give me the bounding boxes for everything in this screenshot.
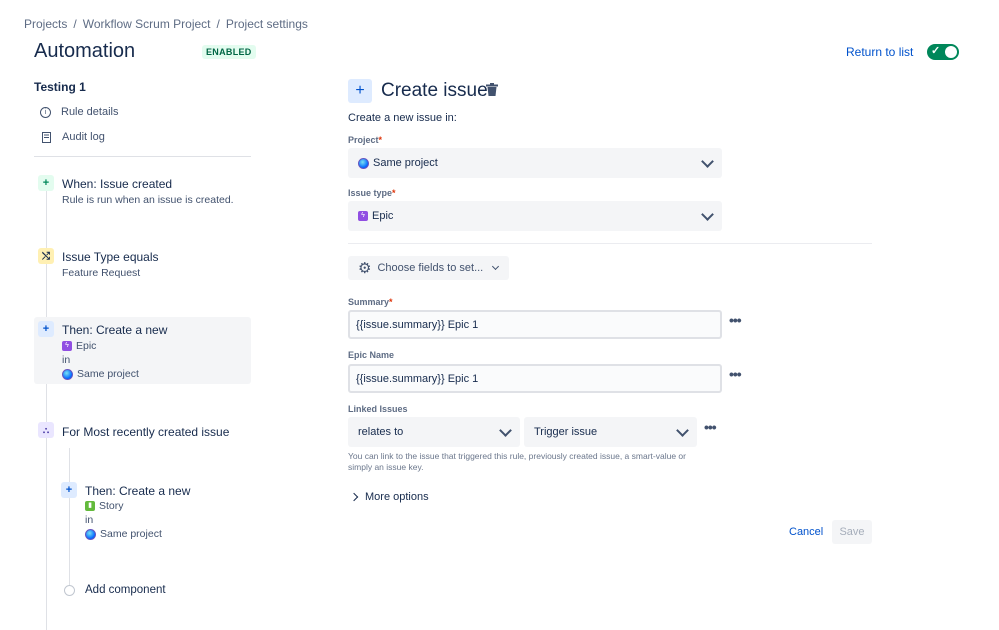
breadcrumb-project[interactable]: Workflow Scrum Project xyxy=(83,17,211,31)
shuffle-icon: ⤭ xyxy=(38,248,54,264)
condition-step-value: Feature Request xyxy=(62,267,141,279)
linked-issues-label: Linked Issues xyxy=(348,404,408,414)
issue-type-value: Epic xyxy=(372,210,394,222)
link-type-select[interactable]: relates to xyxy=(348,417,520,447)
rule-details-link[interactable]: i Rule details xyxy=(40,106,118,118)
rule-details-label: Rule details xyxy=(61,106,119,118)
issue-type-select[interactable]: ϟ Epic xyxy=(348,201,722,231)
add-component-link[interactable]: Add component xyxy=(85,584,166,596)
branch-step-title: For Most recently created issue xyxy=(62,425,230,439)
plus-icon: + xyxy=(348,79,372,103)
story-step-title: Then: Create a new xyxy=(85,484,191,498)
branch-step[interactable]: ⛬ xyxy=(38,422,54,438)
return-to-list-link[interactable]: Return to list xyxy=(846,45,913,59)
project-select-value: Same project xyxy=(373,157,438,169)
issue-type-label: Issue type* xyxy=(348,188,396,198)
action-step-title: Then: Create a new xyxy=(62,323,168,337)
cancel-button[interactable]: Cancel xyxy=(789,526,823,538)
audit-log-label: Audit log xyxy=(62,131,105,143)
summary-more-icon[interactable]: ••• xyxy=(729,312,742,328)
choose-fields-button[interactable]: ⚙ Choose fields to set... xyxy=(348,256,509,280)
project-globe-icon xyxy=(358,157,369,169)
breadcrumb-settings[interactable]: Project settings xyxy=(226,17,308,31)
delete-action-button[interactable] xyxy=(486,83,498,99)
breadcrumb-separator: / xyxy=(73,17,77,31)
sidebar-divider xyxy=(34,156,251,157)
gear-icon: ⚙ xyxy=(358,259,372,277)
more-options-label: More options xyxy=(365,491,429,503)
intro-text: Create a new issue in: xyxy=(348,112,457,124)
linked-issues-help-text: You can link to the issue that triggered… xyxy=(348,451,686,472)
branch-flow-line xyxy=(69,448,70,588)
breadcrumb-projects[interactable]: Projects xyxy=(24,17,67,31)
action-step-in: in xyxy=(62,354,71,366)
breadcrumb-separator: / xyxy=(216,17,220,31)
trigger-step-title: When: Issue created xyxy=(62,177,173,191)
condition-step-title: Issue Type equals xyxy=(62,250,159,264)
epic-name-label: Epic Name xyxy=(348,350,395,360)
chevron-down-icon xyxy=(499,423,512,437)
plus-icon: + xyxy=(38,321,54,337)
action-step-story[interactable]: + xyxy=(61,482,77,498)
section-divider xyxy=(348,243,872,244)
project-globe-icon xyxy=(85,528,96,540)
chevron-down-icon xyxy=(701,154,714,168)
epic-icon: ϟ xyxy=(62,341,72,352)
epic-name-more-icon[interactable]: ••• xyxy=(729,366,742,382)
check-icon: ✓ xyxy=(931,45,941,57)
condition-step[interactable]: ⤭ xyxy=(38,248,54,264)
story-step-in: in xyxy=(85,514,94,526)
project-globe-icon xyxy=(62,368,73,380)
chevron-down-icon xyxy=(492,262,500,270)
more-options-toggle[interactable]: More options xyxy=(349,491,429,503)
save-button[interactable]: Save xyxy=(832,520,872,544)
rule-name: Testing 1 xyxy=(34,80,86,94)
link-target-value: Trigger issue xyxy=(534,426,598,438)
action-step-project: Same project xyxy=(62,368,139,380)
epic-icon: ϟ xyxy=(358,211,368,222)
linked-issues-more-icon[interactable]: ••• xyxy=(704,419,717,435)
chevron-down-icon xyxy=(676,423,689,437)
toggle-knob xyxy=(945,46,957,58)
story-step-project: Same project xyxy=(85,528,162,540)
trash-icon xyxy=(486,83,498,96)
story-icon: ▮ xyxy=(85,501,95,512)
trigger-step[interactable]: + xyxy=(38,175,54,191)
status-badge: ENABLED xyxy=(202,45,256,59)
chevron-right-icon xyxy=(349,492,359,502)
action-step-epic[interactable]: + xyxy=(38,321,54,337)
page-title: Automation xyxy=(34,40,136,62)
action-title: Create issue xyxy=(381,80,488,101)
summary-input[interactable]: {{issue.summary}} Epic 1 xyxy=(348,310,722,339)
action-step-issue-type: ϟ Epic xyxy=(62,340,96,352)
document-icon xyxy=(40,131,52,143)
plus-icon: + xyxy=(38,175,54,191)
story-step-issue-type: ▮ Story xyxy=(85,500,124,512)
rule-enabled-toggle[interactable]: ✓ xyxy=(927,44,959,60)
plus-icon: + xyxy=(61,482,77,498)
trigger-step-description: Rule is run when an issue is created. xyxy=(62,194,234,206)
circle-icon xyxy=(64,585,75,596)
breadcrumb: Projects / Workflow Scrum Project / Proj… xyxy=(24,17,308,31)
link-type-value: relates to xyxy=(358,426,404,438)
project-label: Project* xyxy=(348,135,383,145)
branch-icon: ⛬ xyxy=(38,422,54,438)
summary-label: Summary* xyxy=(348,297,393,307)
audit-log-link[interactable]: Audit log xyxy=(40,131,105,143)
link-target-select[interactable]: Trigger issue xyxy=(524,417,697,447)
chevron-down-icon xyxy=(701,207,714,221)
choose-fields-label: Choose fields to set... xyxy=(377,262,484,274)
info-icon: i xyxy=(40,106,51,118)
epic-name-input[interactable]: {{issue.summary}} Epic 1 xyxy=(348,364,722,393)
project-select[interactable]: Same project xyxy=(348,148,722,178)
